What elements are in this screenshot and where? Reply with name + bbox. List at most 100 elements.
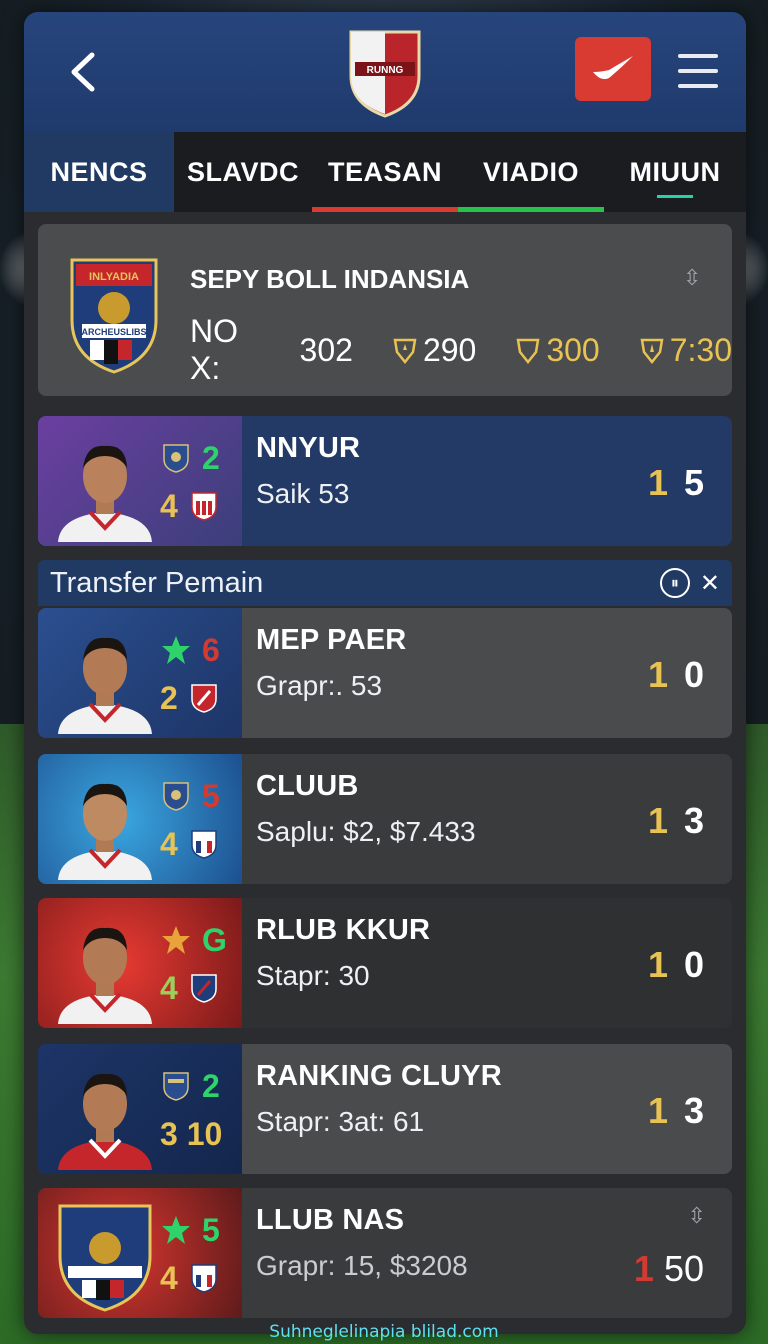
score-left: 1: [647, 654, 668, 695]
player-name: RLUB KKUR: [256, 914, 431, 946]
tab-teasan[interactable]: TEASAN: [312, 132, 458, 212]
player-thumb: G 4: [38, 898, 242, 1028]
transfer-row[interactable]: 6 2 MEP PAER Grapr:. 53 1 0: [38, 608, 732, 738]
player-detail: Saik 53: [256, 478, 350, 509]
player-score: 1 50: [634, 1248, 704, 1290]
player-badges: 6 2: [160, 618, 240, 728]
player-detail: Grapr:. 53: [256, 670, 383, 701]
back-arrow-icon: [71, 52, 95, 92]
check-swoosh-icon: [593, 56, 633, 80]
player-score: 1 0: [648, 944, 704, 986]
player-score: 1 3: [648, 1090, 704, 1132]
tab-miuun[interactable]: MIUUN: [604, 132, 746, 212]
transfer-row[interactable]: 5 4 ⇳ LLUB NAS Grapr: 15, $3208 1 50: [38, 1188, 732, 1318]
confirm-button[interactable]: [575, 37, 651, 101]
club-crest: INLYADIA ARCHEUSLIBS: [70, 258, 158, 374]
hamburger-menu-icon: [678, 54, 718, 58]
transfer-row[interactable]: 5 4 CLUUB Saplu: $2, $7.433 1 3: [38, 754, 732, 884]
score-right: 50: [663, 1248, 704, 1289]
stat-item: 290: [393, 332, 476, 369]
svg-text:RUNNG: RUNNG: [367, 65, 404, 76]
score-right: 5: [683, 462, 704, 503]
score-left: 1: [647, 800, 668, 841]
stat-value: 290: [422, 331, 477, 368]
badge-number: 4: [160, 1259, 178, 1296]
sort-arrows-icon[interactable]: ⇳: [683, 266, 701, 291]
player-row[interactable]: 2 4 NNYUR Saik 53 1 5: [38, 416, 732, 546]
tab-label: MIUUN: [629, 156, 721, 187]
sort-arrows-icon[interactable]: ⇳: [688, 1204, 706, 1229]
player-badges: 5 4: [160, 764, 240, 874]
stat-value: 7:30: [669, 331, 732, 368]
badge-number: 2: [202, 439, 220, 476]
stat-item: 7:30: [640, 332, 732, 369]
stat-item: 300: [516, 332, 600, 369]
club-badge-icon: [188, 1262, 220, 1294]
player-badges: G 4: [160, 908, 240, 1018]
badge-number: 5: [202, 777, 220, 814]
player-badges: 2 3 10: [160, 1054, 240, 1164]
menu-button[interactable]: [678, 54, 718, 88]
player-thumb: 5 4: [38, 754, 242, 884]
score-left: 1: [633, 1248, 654, 1289]
badge-line: 3 10: [160, 1112, 240, 1156]
badge-number: 3 10: [160, 1115, 223, 1152]
score-right: 3: [683, 1090, 704, 1131]
filter-icon[interactable]: ⏸: [659, 568, 690, 598]
player-score: 1 0: [648, 654, 704, 696]
score-right: 3: [683, 800, 704, 841]
club-badge-icon: [188, 828, 220, 860]
app-header: RUNNG: [24, 12, 746, 132]
tab-bar: NENCS SLAVDC TEASAN VIADIO MIUUN: [24, 132, 746, 212]
tab-viadio[interactable]: VIADIO: [458, 132, 604, 212]
shield-icon: [640, 338, 664, 364]
transfer-section-header: Transfer Pemain ⏸ ✕: [38, 560, 732, 606]
tab-underline: [312, 207, 458, 212]
player-name: CLUUB: [256, 770, 359, 802]
player-portrait: [58, 927, 152, 1024]
transfer-row[interactable]: 2 3 10 RANKING CLUYR Stapr: 3at: 61 1 3: [38, 1044, 732, 1174]
player-detail: Stapr: 30: [256, 960, 370, 991]
player-detail: Saplu: $2, $7.433: [256, 816, 476, 847]
transfer-heading: Transfer Pemain: [50, 566, 264, 599]
badge-number: 4: [160, 487, 178, 524]
stat-label: NO X:: [190, 313, 238, 386]
star-icon: [160, 924, 192, 956]
badge-number: 5: [202, 1211, 220, 1248]
club-badge-icon: [160, 780, 192, 812]
club-badge-icon: [160, 1070, 192, 1102]
menu-line: [678, 84, 718, 88]
tab-label: VIADIO: [482, 156, 579, 187]
tab-indicator: [657, 195, 693, 198]
shield-icon: [393, 338, 417, 364]
player-detail: Stapr: 3at: 61: [256, 1106, 425, 1137]
badge-line: 2: [160, 676, 240, 720]
player-badges: 2 4: [160, 426, 240, 536]
club-badge-icon: [188, 682, 220, 714]
badge-line: 4: [160, 1256, 240, 1300]
badge-number: 2: [202, 1067, 220, 1104]
star-icon: [160, 1214, 192, 1246]
badge-number: 2: [160, 679, 178, 716]
back-button[interactable]: [62, 48, 102, 96]
badge-number: 4: [160, 825, 178, 862]
score-right: 0: [683, 654, 704, 695]
score-left: 1: [647, 462, 668, 503]
badge-number: G: [202, 921, 227, 958]
club-summary-card[interactable]: INLYADIA ARCHEUSLIBS SEPY BOLL INDANSIA …: [38, 224, 732, 396]
club-stats: NO X: 302 290 300 7:30: [190, 313, 732, 386]
tab-nencs[interactable]: NENCS: [24, 132, 174, 212]
tab-underline: [458, 207, 604, 212]
transfer-row[interactable]: G 4 RLUB KKUR Stapr: 30 1 0: [38, 898, 732, 1028]
menu-line: [678, 69, 718, 73]
score-left: 1: [647, 944, 668, 985]
tab-slavdc[interactable]: SLAVDC: [174, 132, 312, 212]
close-icon[interactable]: ✕: [700, 569, 720, 597]
player-name: NNYUR: [256, 432, 361, 464]
club-badge-icon: [188, 972, 220, 1004]
player-score: 1 3: [648, 800, 704, 842]
footer-watermark: Suhneglelinapia blilad.com: [269, 1322, 499, 1342]
svg-text:INLYADIA: INLYADIA: [89, 271, 139, 283]
club-badge-icon: [160, 442, 192, 474]
player-badges: 5 4: [160, 1198, 240, 1308]
